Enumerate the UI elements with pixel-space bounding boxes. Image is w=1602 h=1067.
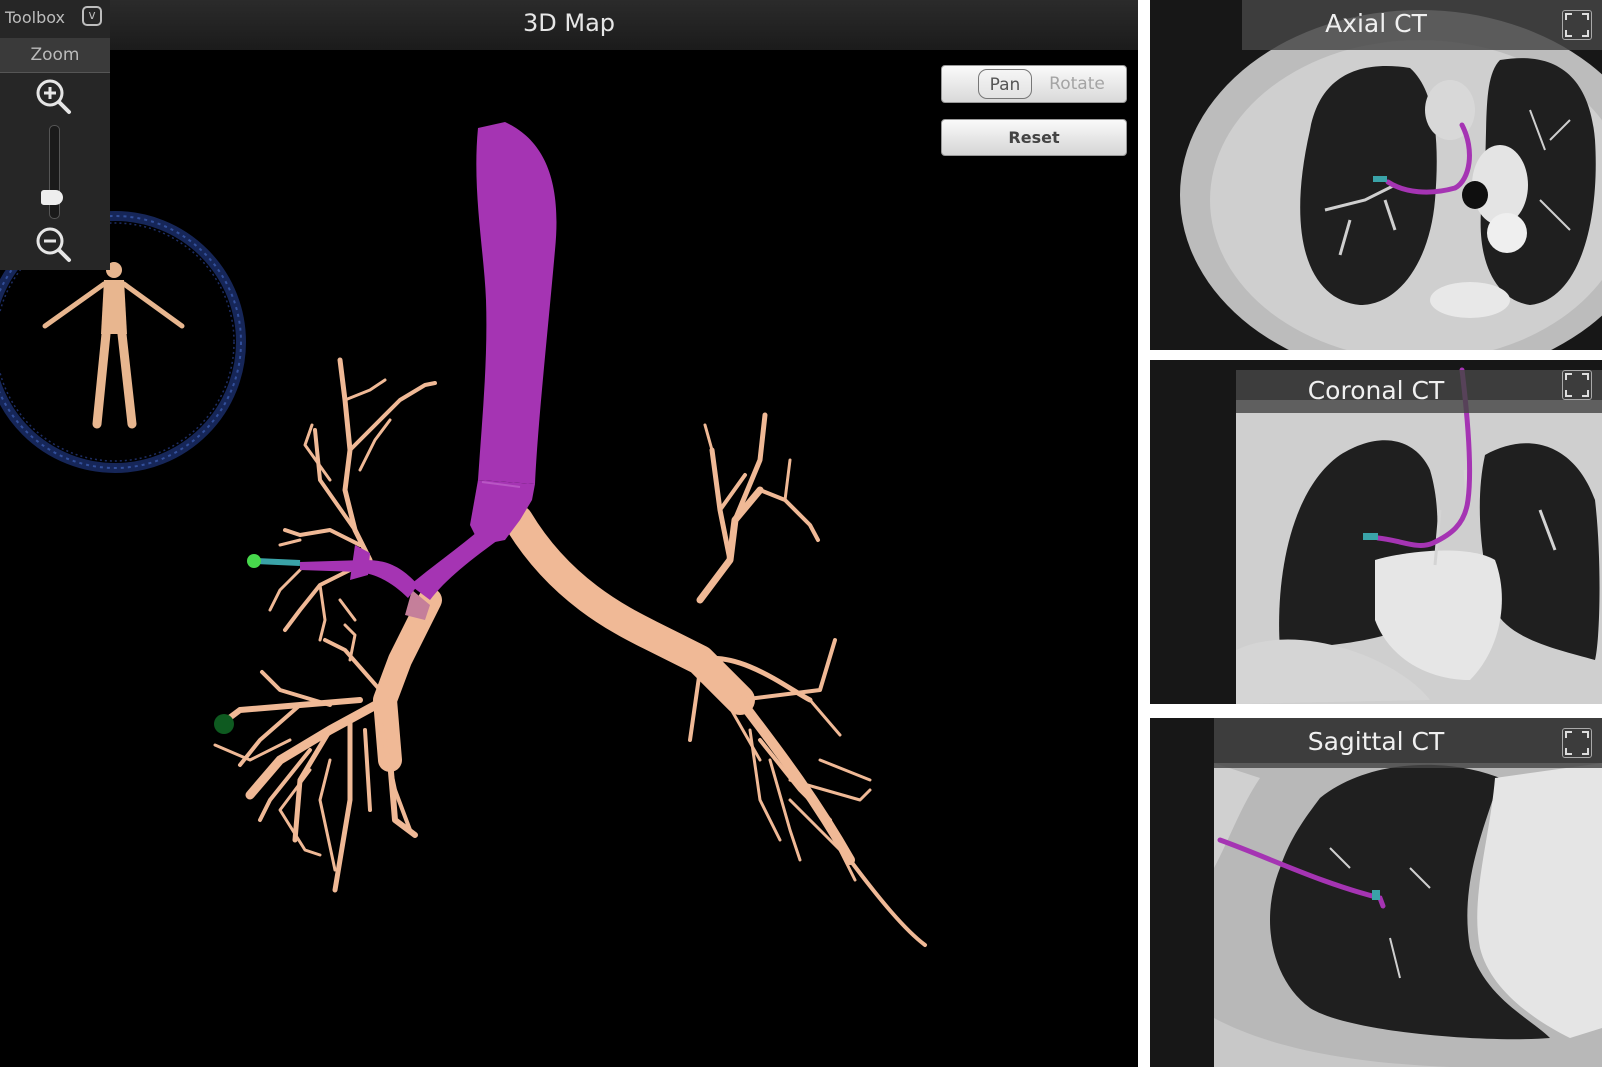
toolbox-panel: Toolbox v Zoom bbox=[0, 0, 110, 270]
pan-button[interactable]: Pan bbox=[978, 69, 1032, 99]
zoom-out-icon[interactable] bbox=[34, 225, 74, 265]
coronal-ct-panel[interactable]: Coronal CT bbox=[1150, 360, 1602, 704]
expand-icon[interactable] bbox=[1562, 728, 1592, 758]
zoom-in-icon[interactable] bbox=[34, 77, 74, 117]
axial-ct-image[interactable] bbox=[1150, 0, 1602, 350]
coronal-ct-title: Coronal CT bbox=[1307, 376, 1445, 405]
toolbox-title: Toolbox bbox=[5, 8, 65, 27]
map-title: 3D Map bbox=[522, 9, 616, 37]
axial-ct-title: Axial CT bbox=[1325, 9, 1427, 38]
sagittal-ct-title: Sagittal CT bbox=[1307, 727, 1445, 756]
map-title-bar: 3D Map bbox=[0, 0, 1138, 50]
body-orientation-icon bbox=[42, 262, 185, 429]
expand-icon[interactable] bbox=[1562, 10, 1592, 40]
view-mode-toggle: Pan Rotate bbox=[941, 65, 1127, 103]
zoom-slider-thumb[interactable] bbox=[41, 190, 63, 206]
zoom-label: Zoom bbox=[0, 38, 110, 73]
target-marker-upper[interactable] bbox=[247, 554, 261, 568]
sagittal-ct-image[interactable] bbox=[1150, 718, 1602, 1067]
rotate-button[interactable]: Rotate bbox=[1038, 69, 1116, 99]
target-marker-lower[interactable] bbox=[214, 714, 234, 734]
reset-button[interactable]: Reset bbox=[941, 119, 1127, 156]
expand-icon[interactable] bbox=[1562, 370, 1592, 400]
chevron-down-icon[interactable]: v bbox=[82, 6, 102, 26]
navigation-tool bbox=[255, 558, 301, 566]
axial-ct-panel[interactable]: Axial CT bbox=[1150, 0, 1602, 350]
airway-3d-view[interactable] bbox=[0, 0, 1138, 1067]
sagittal-ct-panel[interactable]: Sagittal CT bbox=[1150, 718, 1602, 1067]
map-3d-panel[interactable]: 3D Map Toolbox v Zoom Pan Rotate Reset bbox=[0, 0, 1138, 1067]
airway-tree bbox=[213, 357, 927, 947]
